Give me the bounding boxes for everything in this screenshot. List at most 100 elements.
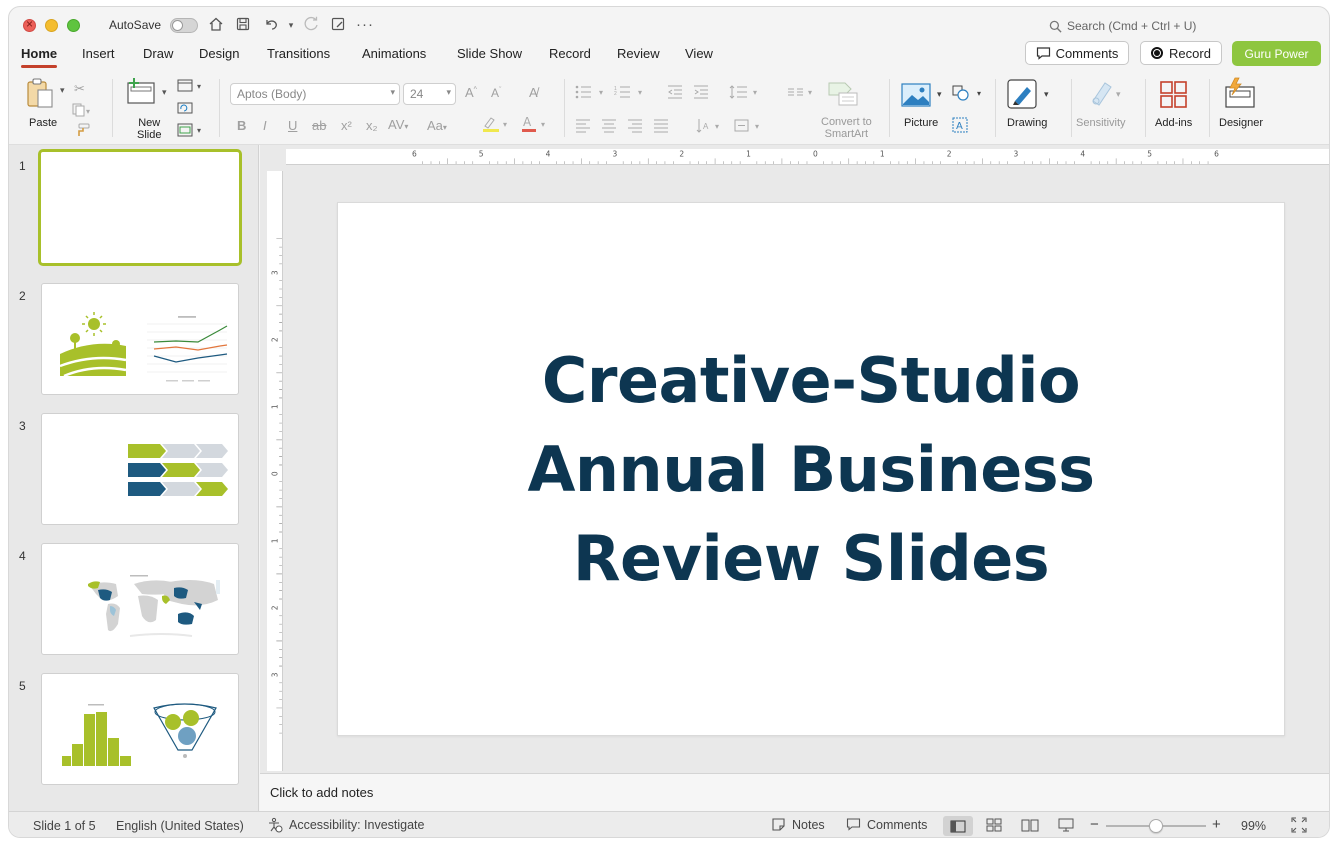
italic-icon[interactable]: I xyxy=(263,118,267,133)
line-spacing-icon[interactable]: ▾ xyxy=(729,85,763,102)
addins-icon[interactable] xyxy=(1160,81,1188,114)
zoom-in-button[interactable]: + xyxy=(1212,816,1221,833)
change-case-icon[interactable]: Aa▾ xyxy=(427,118,447,133)
vertical-ruler[interactable]: 3 2 1 0 1 2 3 xyxy=(267,171,283,771)
cut-icon[interactable]: ✂ xyxy=(74,81,85,97)
zoom-level[interactable]: 99% xyxy=(1241,819,1266,833)
save-as-icon[interactable] xyxy=(329,16,347,34)
slide-thumbnail-5[interactable] xyxy=(41,673,239,785)
zoom-slider-thumb[interactable] xyxy=(1149,819,1163,833)
align-text-icon[interactable]: ▾ xyxy=(733,117,767,138)
slide-thumbnail-3[interactable] xyxy=(41,413,239,525)
align-center-icon[interactable] xyxy=(601,119,617,136)
section-icon[interactable]: ▾ xyxy=(177,123,205,140)
tab-animations[interactable]: Animations xyxy=(362,43,426,71)
align-right-icon[interactable] xyxy=(627,119,643,136)
close-window-button[interactable] xyxy=(23,17,36,32)
bold-icon[interactable]: B xyxy=(237,118,246,133)
font-size-select[interactable]: 24 ▾ xyxy=(403,83,456,105)
new-slide-icon[interactable] xyxy=(126,77,158,110)
normal-view-button[interactable] xyxy=(943,816,973,836)
tab-draw[interactable]: Draw xyxy=(143,43,173,71)
tab-review[interactable]: Review xyxy=(617,43,660,71)
fit-to-window-button[interactable] xyxy=(1291,817,1307,836)
strikethrough-icon[interactable]: ab xyxy=(312,118,326,133)
slide-show-button[interactable] xyxy=(1058,818,1074,835)
comments-toggle-button[interactable]: Comments xyxy=(846,817,927,832)
paste-icon[interactable] xyxy=(25,77,55,114)
slide-thumbnail-2[interactable] xyxy=(41,283,239,395)
drawing-icon[interactable] xyxy=(1007,79,1039,116)
undo-icon[interactable] xyxy=(262,16,280,34)
zoom-slider[interactable] xyxy=(1106,819,1206,833)
slide-sorter-button[interactable] xyxy=(986,818,1002,835)
drawing-dropdown-icon[interactable]: ▾ xyxy=(1044,89,1049,100)
copy-icon[interactable]: ▾ xyxy=(72,103,92,120)
ribbon-separator xyxy=(564,79,565,137)
more-options-icon[interactable]: ··· xyxy=(356,16,374,34)
new-slide-dropdown-icon[interactable]: ▾ xyxy=(162,87,167,98)
slide-title[interactable]: Creative-Studio Annual Business Review S… xyxy=(527,336,1095,603)
tab-view[interactable]: View xyxy=(685,43,713,71)
horizontal-ruler[interactable]: 6 5 4 3 2 1 0 1 2 3 4 5 6 xyxy=(286,149,1330,165)
slide-thumbnail-4[interactable] xyxy=(41,543,239,655)
font-name-select[interactable]: Aptos (Body) ▾ xyxy=(230,83,400,105)
increase-indent-icon[interactable] xyxy=(693,85,709,102)
notes-pane[interactable]: Click to add notes xyxy=(260,773,1329,811)
font-color-icon[interactable]: A ▾ xyxy=(520,115,550,136)
home-icon[interactable] xyxy=(207,16,225,34)
format-painter-icon[interactable] xyxy=(74,123,90,140)
zoom-window-button[interactable] xyxy=(67,19,80,32)
text-direction-icon[interactable]: A ▾ xyxy=(696,117,726,138)
tab-transitions[interactable]: Transitions xyxy=(267,43,330,71)
smartart-icon[interactable] xyxy=(827,81,859,112)
autosave-toggle[interactable] xyxy=(170,18,198,33)
subscript-icon[interactable]: x₂ xyxy=(366,118,378,133)
tab-design[interactable]: Design xyxy=(199,43,239,71)
highlight-icon[interactable]: ▾ xyxy=(481,115,511,136)
undo-dropdown-icon[interactable]: ▾ xyxy=(282,16,300,34)
designer-icon[interactable] xyxy=(1223,77,1257,114)
superscript-icon[interactable]: x² xyxy=(341,118,352,133)
current-slide[interactable]: Creative-Studio Annual Business Review S… xyxy=(337,202,1285,736)
minimize-window-button[interactable] xyxy=(45,19,58,32)
justify-icon[interactable] xyxy=(653,119,669,136)
sensitivity-dropdown-icon[interactable]: ▾ xyxy=(1116,89,1121,100)
svg-text:▾: ▾ xyxy=(977,89,981,98)
tab-home[interactable]: Home xyxy=(21,43,58,71)
decrease-indent-icon[interactable] xyxy=(667,85,683,102)
numbering-icon[interactable]: 1 2 ▾ xyxy=(614,85,648,102)
tab-insert[interactable]: Insert xyxy=(82,43,115,71)
paste-dropdown-icon[interactable]: ▾ xyxy=(60,85,65,96)
search-box[interactable]: Search (Cmd + Ctrl + U) xyxy=(1049,19,1196,33)
tab-slide-show[interactable]: Slide Show xyxy=(457,43,522,71)
record-button[interactable]: Record xyxy=(1140,41,1222,65)
guru-power-button[interactable]: Guru Power xyxy=(1232,41,1321,66)
tab-record[interactable]: Record xyxy=(549,43,591,71)
columns-icon[interactable]: ▾ xyxy=(787,85,817,102)
decrease-font-icon[interactable]: Aˇ xyxy=(491,86,501,100)
comments-button[interactable]: Comments xyxy=(1025,41,1129,65)
svg-text:▾: ▾ xyxy=(541,120,545,129)
bullets-icon[interactable]: ▾ xyxy=(575,85,609,102)
save-icon[interactable] xyxy=(234,16,252,34)
shapes-icon[interactable]: ▾ xyxy=(952,85,984,104)
clear-formatting-icon[interactable]: A̸ xyxy=(529,85,538,100)
picture-dropdown-icon[interactable]: ▾ xyxy=(937,89,942,100)
notes-toggle-button[interactable]: Notes xyxy=(771,817,825,832)
character-spacing-icon[interactable]: AV▾ xyxy=(388,117,408,132)
layout-icon[interactable]: ▾ xyxy=(177,79,205,96)
align-left-icon[interactable] xyxy=(575,119,591,136)
underline-icon[interactable]: U xyxy=(288,118,297,133)
reset-slide-icon[interactable] xyxy=(177,101,193,118)
reading-view-button[interactable] xyxy=(1021,818,1039,835)
increase-font-icon[interactable]: A^ xyxy=(465,85,477,100)
accessibility-status[interactable]: Accessibility: Investigate xyxy=(267,817,424,833)
redo-icon[interactable] xyxy=(303,16,321,34)
language-indicator[interactable]: English (United States) xyxy=(116,819,244,833)
zoom-out-button[interactable]: − xyxy=(1090,816,1099,833)
slide-thumbnail-1[interactable] xyxy=(38,149,242,266)
picture-icon[interactable] xyxy=(901,83,931,112)
textbox-icon[interactable]: A xyxy=(952,117,968,136)
sensitivity-icon[interactable] xyxy=(1087,79,1115,114)
